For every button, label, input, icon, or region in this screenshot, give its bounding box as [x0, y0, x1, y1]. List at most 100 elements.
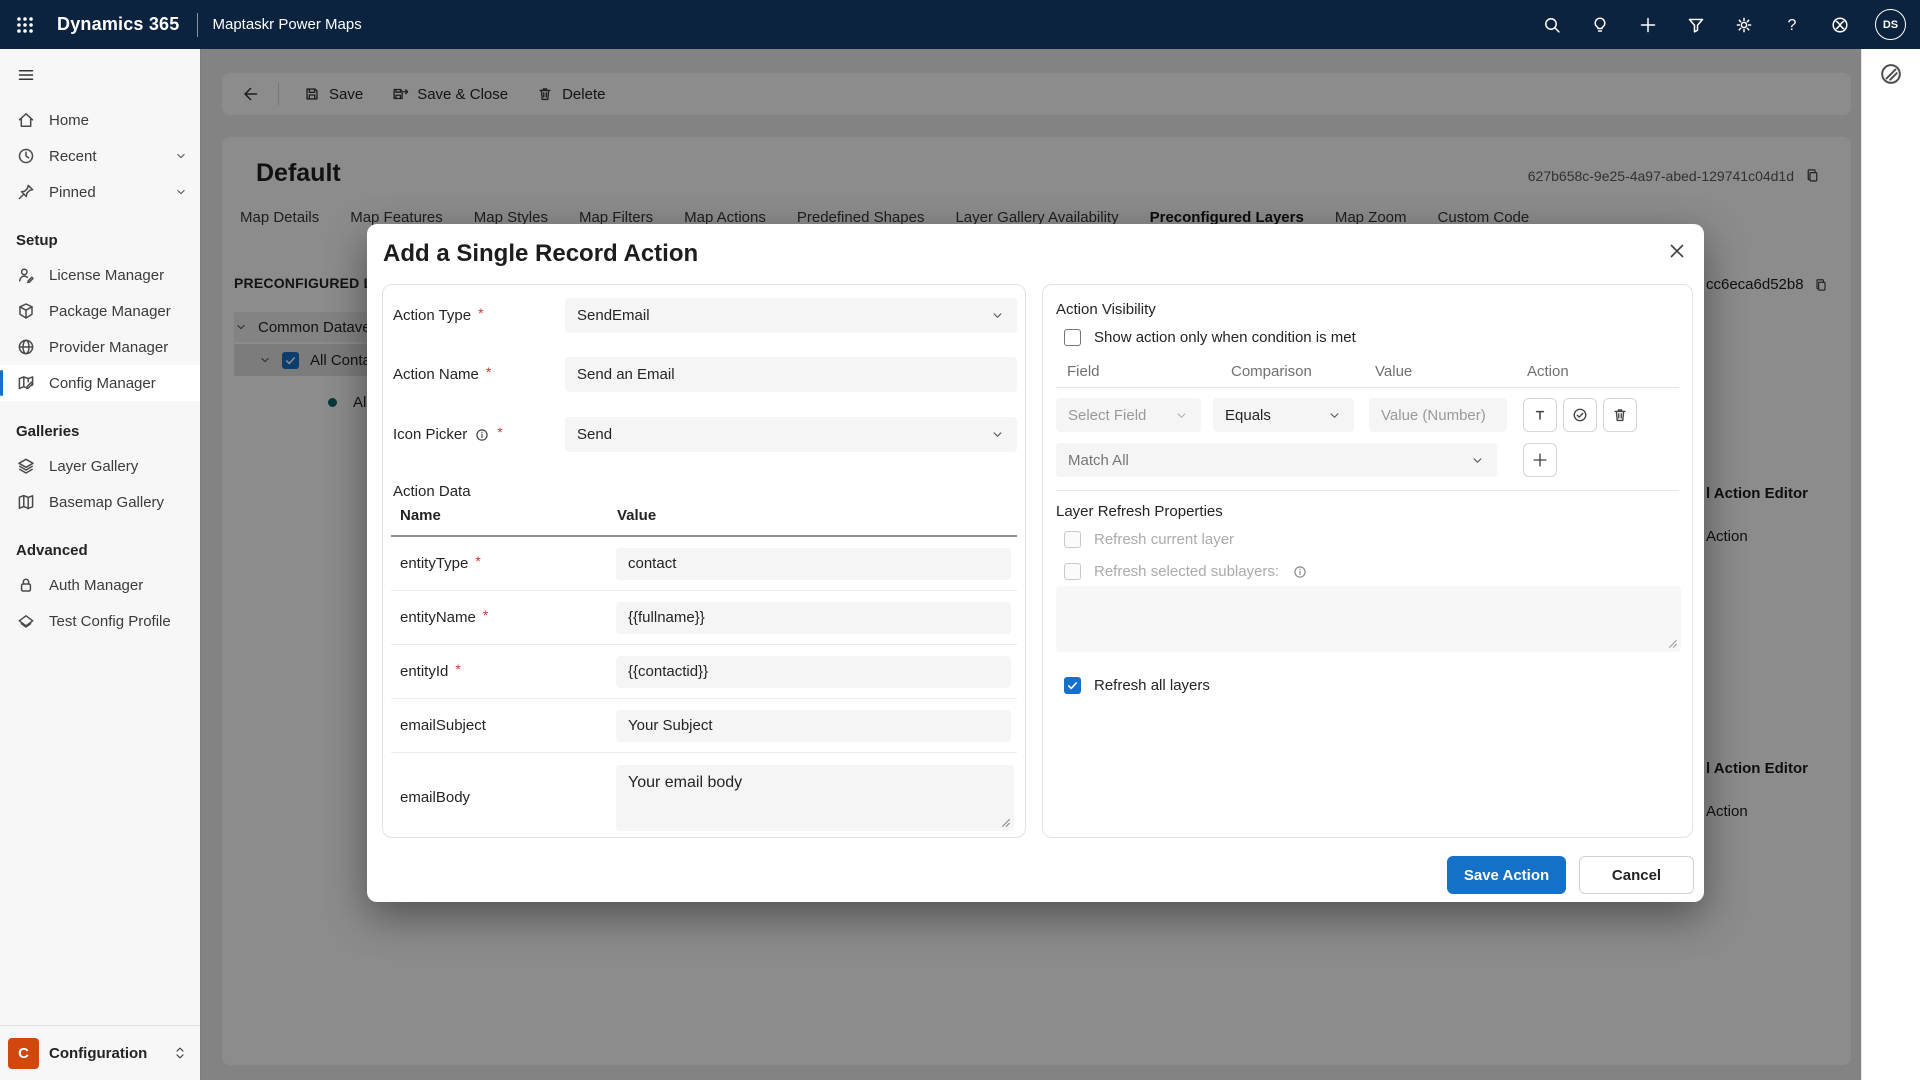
match-mode-select[interactable]: Match All — [1056, 443, 1497, 477]
collapse-sidebar-button[interactable] — [0, 49, 38, 98]
waffle-icon — [14, 14, 36, 36]
entityType-label: entityType* — [391, 555, 616, 572]
action-data-row: emailSubjectYour Subject — [391, 699, 1017, 753]
dataverse-button[interactable] — [1821, 6, 1859, 44]
sublayers-textarea — [1056, 586, 1681, 652]
delete-condition-button[interactable] — [1603, 398, 1637, 432]
chevron-down-icon — [990, 308, 1005, 323]
screen: Dynamics 365 Maptaskr Power Maps ? DS Ho… — [0, 0, 1920, 1080]
action-name-input[interactable]: Send an Email — [565, 357, 1017, 392]
refresh-sublayers-checkbox[interactable] — [1064, 563, 1081, 580]
emailBody-textarea[interactable]: Your email body — [616, 765, 1014, 831]
condition-checkbox[interactable] — [1064, 329, 1081, 346]
save-action-button[interactable]: Save Action — [1447, 856, 1566, 894]
sidebar-item-config-manager[interactable]: Config Manager — [0, 365, 200, 401]
entityId-input[interactable]: {{contactid}} — [616, 656, 1011, 688]
add-single-record-action-dialog: Add a Single Record Action Action Type* … — [367, 224, 1704, 902]
sidebar-item-license-manager[interactable]: License Manager — [0, 257, 200, 293]
check-icon — [1066, 679, 1079, 692]
map-icon — [16, 492, 36, 512]
avatar[interactable]: DS — [1875, 9, 1906, 40]
entityName-input[interactable]: {{fullname}} — [616, 602, 1011, 634]
sidebar-item-recent[interactable]: Recent — [0, 138, 200, 174]
required-asterisk: * — [483, 607, 488, 623]
confirm-condition-button[interactable] — [1563, 398, 1597, 432]
entityType-input[interactable]: contact — [616, 548, 1011, 580]
refresh-current-layer-row[interactable]: Refresh current layer — [1064, 531, 1234, 548]
environment-switcher[interactable]: C Configuration — [0, 1025, 200, 1080]
topbar-divider — [197, 13, 198, 37]
action-data-rows: entityType*contactentityName*{{fullname}… — [391, 537, 1017, 842]
copilot-button[interactable] — [1878, 61, 1904, 87]
app-launcher-button[interactable] — [0, 0, 49, 49]
plus-icon — [1531, 451, 1549, 469]
emailSubject-input[interactable]: Your Subject — [616, 710, 1011, 742]
sidebar-group-setup: Setup — [0, 210, 200, 257]
refresh-all-layers-row[interactable]: Refresh all layers — [1064, 677, 1210, 694]
required-asterisk: * — [475, 553, 480, 569]
chev-down-icon — [174, 149, 188, 163]
condition-header-rule — [1056, 387, 1679, 388]
emailBody-label: emailBody — [391, 789, 616, 806]
sidebar-item-label: Auth Manager — [49, 577, 143, 594]
action-type-select[interactable]: SendEmail — [565, 298, 1017, 333]
chevron-down-icon — [1174, 408, 1189, 423]
lightbulb-button[interactable] — [1581, 6, 1619, 44]
copilot-icon — [1878, 61, 1904, 87]
sidebar-item-auth-manager[interactable]: Auth Manager — [0, 567, 200, 603]
close-icon — [1666, 240, 1688, 262]
sidebar-item-layer-gallery[interactable]: Layer Gallery — [0, 448, 200, 484]
add-button[interactable] — [1629, 6, 1667, 44]
refresh-current-layer-checkbox[interactable] — [1064, 531, 1081, 548]
condition-comparison-select[interactable]: Equals — [1213, 398, 1354, 432]
help-button[interactable]: ? — [1773, 6, 1811, 44]
condition-checkbox-row[interactable]: Show action only when condition is met — [1064, 329, 1356, 346]
sidebar-item-provider-manager[interactable]: Provider Manager — [0, 329, 200, 365]
sidebar-item-label: Layer Gallery — [49, 458, 138, 475]
lightbulb-icon — [1590, 15, 1610, 35]
pin-icon — [16, 182, 36, 202]
filter-button[interactable] — [1677, 6, 1715, 44]
condition-value-input[interactable]: Value (Number) — [1369, 398, 1507, 432]
settings-button[interactable] — [1725, 6, 1763, 44]
action-data-row: entityName*{{fullname}} — [391, 591, 1017, 645]
icon-picker-select[interactable]: Send — [565, 417, 1017, 452]
sidebar-group-galleries: Galleries — [0, 401, 200, 448]
refresh-all-layers-checkbox[interactable] — [1064, 677, 1081, 694]
action-data-row: entityId*{{contactid}} — [391, 645, 1017, 699]
info-icon[interactable] — [474, 427, 490, 443]
action-data-columns: Name Value — [400, 507, 441, 524]
chev-down-icon — [174, 185, 188, 199]
sidebar-item-home[interactable]: Home — [0, 102, 200, 138]
sidebar-item-basemap-gallery[interactable]: Basemap Gallery — [0, 484, 200, 520]
text-type-button[interactable] — [1523, 398, 1557, 432]
menu-icon — [16, 65, 36, 85]
info-icon[interactable] — [1292, 564, 1308, 580]
sidebar-item-label: License Manager — [49, 267, 164, 284]
sidebar-item-pinned[interactable]: Pinned — [0, 174, 200, 210]
filter-icon — [1686, 15, 1706, 35]
sidebar-item-label: Pinned — [49, 184, 96, 201]
resize-handle-icon[interactable] — [1667, 638, 1678, 649]
add-condition-button[interactable] — [1523, 443, 1557, 477]
sidebar-group-advanced: Advanced — [0, 520, 200, 567]
entityId-label: entityId* — [391, 663, 616, 680]
condition-field-select[interactable]: Select Field — [1056, 398, 1201, 432]
search-button[interactable] — [1533, 6, 1571, 44]
required-asterisk: * — [497, 424, 502, 440]
close-dialog-button[interactable] — [1666, 240, 1688, 262]
action-data-row: emailBodyYour email body — [391, 753, 1017, 842]
home-icon — [16, 110, 36, 130]
refresh-sublayers-row[interactable]: Refresh selected sublayers: — [1064, 563, 1308, 580]
cancel-button[interactable]: Cancel — [1579, 856, 1694, 894]
app-name[interactable]: Maptaskr Power Maps — [212, 16, 361, 33]
required-asterisk: * — [486, 364, 491, 380]
sidebar-item-test-config-profile[interactable]: Test Config Profile — [0, 603, 200, 639]
action-data-heading: Action Data — [393, 483, 471, 500]
icon-picker-label: Icon Picker * — [393, 426, 565, 443]
top-bar: Dynamics 365 Maptaskr Power Maps ? DS — [0, 0, 1920, 49]
help-icon: ? — [1782, 15, 1802, 35]
chevron-down-icon — [1327, 408, 1342, 423]
settings-icon — [1734, 15, 1754, 35]
sidebar-item-package-manager[interactable]: Package Manager — [0, 293, 200, 329]
